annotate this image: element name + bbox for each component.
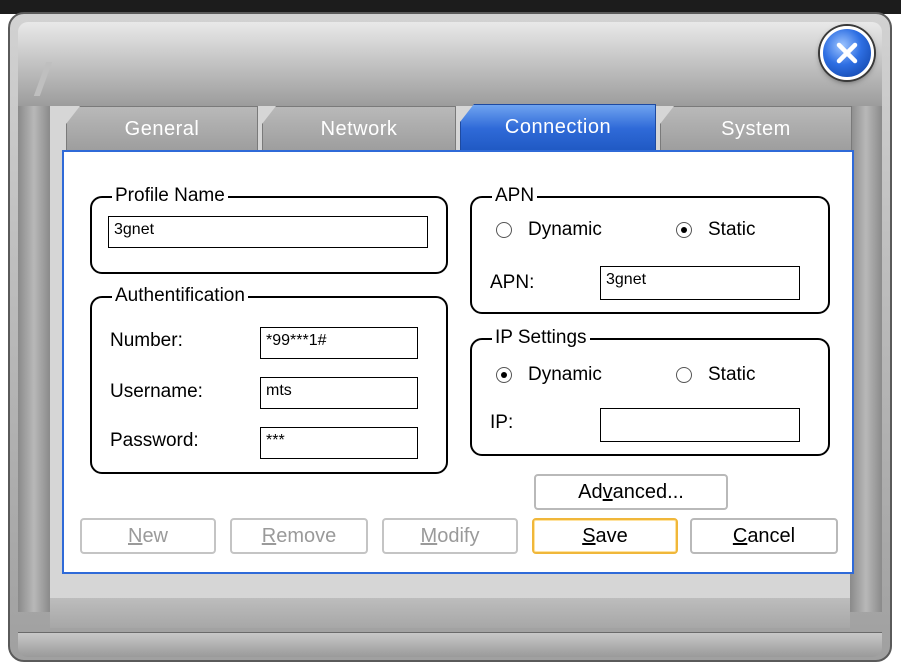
- status-bar: [18, 632, 882, 657]
- ip-settings-legend: IP Settings: [492, 327, 590, 349]
- modify-label-accel: M: [420, 525, 438, 547]
- ip-input[interactable]: [600, 408, 800, 442]
- profile-name-input[interactable]: 3gnet: [108, 216, 428, 248]
- ip-label: IP:: [490, 412, 514, 433]
- password-input[interactable]: ***: [260, 427, 418, 459]
- title-decoration: [33, 62, 53, 96]
- username-label: Username:: [110, 381, 203, 402]
- remove-label-accel: R: [261, 525, 277, 547]
- tab-connection[interactable]: Connection: [460, 104, 656, 152]
- username-input[interactable]: mts: [260, 377, 418, 409]
- advanced-button[interactable]: Advanced...: [534, 474, 728, 510]
- remove-button[interactable]: Remove: [230, 518, 368, 554]
- remove-label: emove: [276, 525, 337, 547]
- number-label: Number:: [110, 330, 183, 351]
- new-label: ew: [142, 525, 169, 547]
- cancel-button[interactable]: Cancel: [690, 518, 838, 554]
- apn-label: APN:: [490, 272, 535, 293]
- save-label: ave: [595, 525, 628, 547]
- close-button[interactable]: [820, 26, 874, 80]
- save-button[interactable]: Save: [532, 518, 678, 554]
- tab-general[interactable]: General: [66, 106, 258, 150]
- left-rail: [18, 106, 50, 612]
- apn-static-label[interactable]: Static: [708, 219, 756, 241]
- modify-label: odify: [437, 525, 480, 547]
- authentification-legend: Authentification: [112, 285, 248, 307]
- title-bar[interactable]: [18, 22, 882, 106]
- cancel-label: ancel: [747, 525, 796, 547]
- number-input[interactable]: *99***1#: [260, 327, 418, 359]
- new-label-accel: N: [127, 525, 143, 547]
- ip-dynamic-label[interactable]: Dynamic: [528, 364, 602, 386]
- apn-input[interactable]: 3gnet: [600, 266, 800, 300]
- password-label: Password:: [110, 430, 199, 451]
- advanced-label-b: anced...: [612, 481, 684, 503]
- profile-name-legend: Profile Name: [112, 185, 228, 207]
- tab-system[interactable]: System: [660, 106, 852, 150]
- advanced-label-accel: v: [602, 481, 613, 503]
- new-button[interactable]: New: [80, 518, 216, 554]
- ip-static-radio[interactable]: [676, 367, 692, 383]
- cancel-label-accel: C: [732, 525, 748, 547]
- advanced-label-a: Ad: [578, 481, 603, 503]
- close-x-icon: [836, 42, 858, 64]
- bottom-band: [50, 598, 850, 628]
- modify-button[interactable]: Modify: [382, 518, 518, 554]
- tab-network[interactable]: Network: [262, 106, 456, 150]
- save-label-accel: S: [582, 525, 596, 547]
- apn-static-radio[interactable]: [676, 222, 692, 238]
- apn-dynamic-radio[interactable]: [496, 222, 512, 238]
- ip-static-label[interactable]: Static: [708, 364, 756, 386]
- apn-legend: APN: [492, 185, 538, 207]
- ip-dynamic-radio[interactable]: [496, 367, 512, 383]
- right-rail: [850, 106, 882, 612]
- apn-dynamic-label[interactable]: Dynamic: [528, 219, 602, 241]
